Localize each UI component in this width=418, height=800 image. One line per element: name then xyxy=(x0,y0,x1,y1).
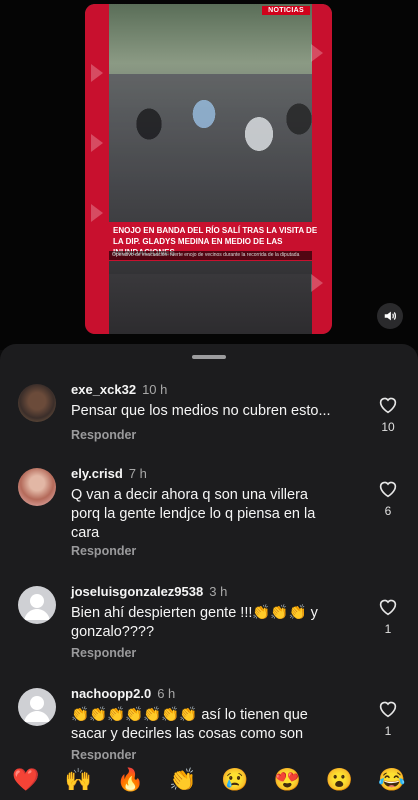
heart-icon xyxy=(379,481,397,498)
like-button[interactable]: 1 xyxy=(374,700,402,738)
like-button[interactable]: 10 xyxy=(374,396,402,434)
heart-icon xyxy=(379,397,397,414)
drag-handle[interactable] xyxy=(192,355,226,359)
emoji-heart[interactable]: ❤️ xyxy=(12,769,39,791)
like-button[interactable]: 6 xyxy=(374,480,402,518)
emoji-heart-eyes[interactable]: 😍 xyxy=(274,769,301,791)
play-shape-icon xyxy=(311,44,323,62)
like-count: 6 xyxy=(384,504,392,518)
reply-button[interactable]: Responder xyxy=(71,646,136,660)
comment-username[interactable]: exe_xck32 10 h xyxy=(71,382,167,397)
reply-button[interactable]: Responder xyxy=(71,544,136,558)
heart-icon xyxy=(379,701,397,718)
emoji-reaction-bar: ❤️ 🙌 🔥 👏 😢 😍 😮 😂 xyxy=(0,760,418,800)
default-avatar-icon xyxy=(24,696,50,722)
like-count: 1 xyxy=(384,724,392,738)
default-avatar-icon xyxy=(24,594,50,620)
comment-time: 6 h xyxy=(157,686,176,701)
comment-username[interactable]: joseluisgonzalez9538 3 h xyxy=(71,584,227,599)
play-shape-icon xyxy=(311,274,323,292)
comment-time: 10 h xyxy=(142,382,168,397)
avatar[interactable] xyxy=(18,586,56,624)
play-shape-icon xyxy=(91,204,103,222)
comment-text: Pensar que los medios no cubren esto... xyxy=(71,403,331,419)
avatar[interactable] xyxy=(18,384,56,422)
video-frame-left xyxy=(85,4,109,334)
reply-button[interactable]: Responder xyxy=(71,428,136,442)
emoji-laughing[interactable]: 😂 xyxy=(378,769,405,791)
play-shape-icon xyxy=(91,134,103,152)
comment-time: 3 h xyxy=(209,584,228,599)
comment-text: Bien ahí despierten gente !!!👏👏👏 y gonza… xyxy=(71,605,318,640)
audio-button[interactable] xyxy=(377,303,403,329)
avatar[interactable] xyxy=(18,688,56,726)
reply-button[interactable]: Responder xyxy=(71,748,136,760)
emoji-crying[interactable]: 😢 xyxy=(221,769,248,791)
emoji-clap[interactable]: 👏 xyxy=(169,769,196,791)
comment-username[interactable]: ely.crisd 7 h xyxy=(71,466,147,481)
video-subline: Operativo de evacuación: fuerte enojo de… xyxy=(109,251,312,260)
like-count: 1 xyxy=(384,622,392,636)
heart-icon xyxy=(379,599,397,616)
comment-username[interactable]: nachoopp2.0 6 h xyxy=(71,686,175,701)
avatar[interactable] xyxy=(18,468,56,506)
like-button[interactable]: 1 xyxy=(374,598,402,636)
comment-time: 7 h xyxy=(128,466,147,481)
speaker-icon xyxy=(384,311,396,321)
video-player[interactable]: NOTICIAS ENOJO EN BANDA DEL RÍO SALÍ TRA… xyxy=(85,4,332,334)
comment-text: Q van a decir ahora q son una villera po… xyxy=(71,487,316,541)
emoji-raised-hands[interactable]: 🙌 xyxy=(65,769,92,791)
video-area: NOTICIAS ENOJO EN BANDA DEL RÍO SALÍ TRA… xyxy=(0,0,418,350)
news-badge: NOTICIAS xyxy=(262,6,310,15)
comment-text: 👏👏👏👏👏👏👏 así lo tienen que sacar y decirl… xyxy=(71,707,308,742)
emoji-surprised[interactable]: 😮 xyxy=(326,769,353,791)
emoji-fire[interactable]: 🔥 xyxy=(117,769,144,791)
play-shape-icon xyxy=(91,64,103,82)
like-count: 10 xyxy=(381,420,395,434)
comments-sheet: exe_xck32 10 h Pensar que los medios no c… xyxy=(0,344,418,760)
